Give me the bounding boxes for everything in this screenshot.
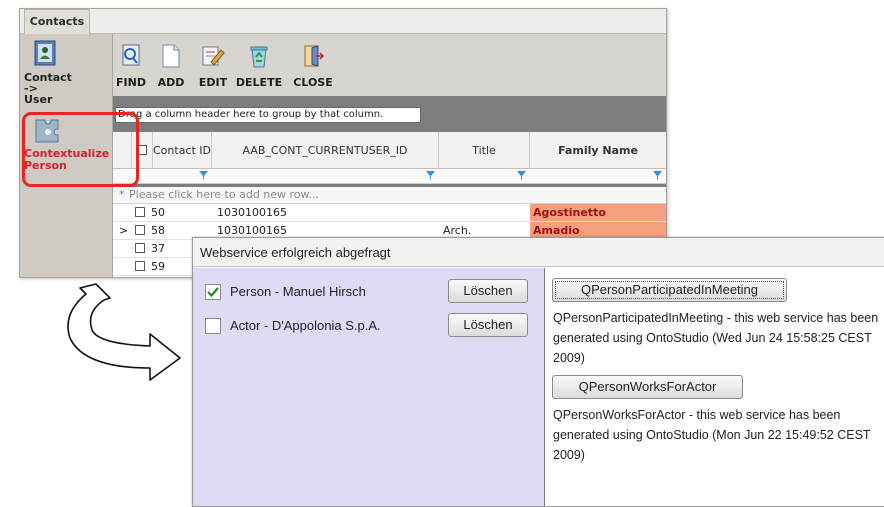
filter-icon[interactable] bbox=[653, 171, 662, 180]
webservice-result-dialog: Webservice erfolgreich abgefragt Person … bbox=[192, 237, 884, 507]
add-new-row[interactable]: * Please click here to add new row... bbox=[113, 187, 666, 204]
service-button-participated-in-meeting[interactable]: QPersonParticipatedInMeeting bbox=[552, 278, 787, 302]
add-label: ADD bbox=[157, 76, 185, 89]
item-checkbox[interactable] bbox=[205, 318, 221, 334]
edit-label: EDIT bbox=[198, 76, 228, 89]
item-label: Person - Manuel Hirsch bbox=[230, 284, 366, 299]
new-document-icon bbox=[162, 44, 180, 68]
find-icon bbox=[122, 44, 140, 66]
column-header-family-name[interactable]: Family Name bbox=[530, 132, 666, 168]
filter-icon[interactable] bbox=[199, 171, 208, 180]
toolbar: FIND ADD EDIT DELETE CLOSE bbox=[113, 34, 666, 96]
find-label: FIND bbox=[116, 76, 146, 89]
cell-contact-id: 50 bbox=[151, 206, 165, 219]
row-checkbox[interactable] bbox=[135, 261, 145, 271]
filter-icon[interactable] bbox=[426, 171, 435, 180]
row-checkbox[interactable] bbox=[135, 207, 145, 217]
grid-header: Contact ID AAB_CONT_CURRENTUSER_ID Title… bbox=[113, 132, 666, 169]
close-button[interactable]: CLOSE bbox=[289, 38, 337, 92]
item-checkbox[interactable] bbox=[205, 284, 221, 300]
list-item[interactable]: Actor - D'Appolonia S.p.A. Löschen bbox=[205, 313, 535, 338]
delete-item-button[interactable]: Löschen bbox=[448, 279, 528, 303]
edit-button[interactable]: EDIT bbox=[195, 38, 231, 92]
table-row[interactable]: 50 1030100165 Agostinetto bbox=[113, 204, 666, 222]
dialog-title: Webservice erfolgreich abgefragt bbox=[193, 238, 884, 267]
current-row-indicator: > bbox=[119, 224, 129, 237]
filter-icon[interactable] bbox=[517, 171, 526, 180]
delete-button[interactable]: DELETE bbox=[233, 38, 285, 92]
edit-icon bbox=[202, 46, 225, 66]
add-new-row-text: Please click here to add new row... bbox=[129, 188, 320, 201]
add-button[interactable]: ADD bbox=[155, 38, 187, 92]
filter-row bbox=[113, 169, 666, 184]
recycle-bin-icon bbox=[250, 46, 268, 68]
nav-item-contact-user[interactable]: Contact -> User bbox=[20, 36, 112, 116]
service-description: QPersonParticipatedInMeeting - this web … bbox=[553, 311, 879, 365]
nav-item-label: Contact -> User bbox=[24, 71, 72, 106]
cell-user-id: 1030100165 bbox=[217, 206, 287, 219]
close-label: CLOSE bbox=[293, 76, 333, 89]
cell-title bbox=[443, 204, 529, 221]
column-header-title[interactable]: Title bbox=[439, 132, 530, 168]
exit-door-icon bbox=[304, 45, 324, 67]
highlight-outline bbox=[22, 112, 139, 187]
webservice-panel: QPersonParticipatedInMeeting QPersonPart… bbox=[545, 268, 884, 506]
service-description: QPersonWorksForActor - this web service … bbox=[553, 408, 871, 462]
find-button[interactable]: FIND bbox=[113, 38, 149, 92]
service-button-works-for-actor[interactable]: QPersonWorksForActor bbox=[552, 375, 743, 399]
tab-contacts[interactable]: Contacts bbox=[24, 9, 90, 34]
column-header-user-id[interactable]: AAB_CONT_CURRENTUSER_ID bbox=[212, 132, 439, 168]
delete-item-button[interactable]: Löschen bbox=[448, 313, 528, 337]
row-checkbox[interactable] bbox=[135, 225, 145, 235]
cell-family-name: Agostinetto bbox=[530, 204, 666, 221]
group-by-drop-area[interactable]: Drag a column header here to group by th… bbox=[115, 107, 421, 123]
checkmark-icon bbox=[207, 287, 219, 298]
column-header-contact-id[interactable]: Contact ID bbox=[153, 132, 212, 168]
delete-label: DELETE bbox=[235, 76, 283, 89]
list-item[interactable]: Person - Manuel Hirsch Löschen bbox=[205, 279, 535, 304]
new-row-marker: * bbox=[119, 188, 125, 201]
results-list: Person - Manuel Hirsch Löschen Actor - D… bbox=[193, 268, 545, 506]
contact-user-icon bbox=[34, 40, 56, 66]
row-checkbox[interactable] bbox=[135, 243, 145, 253]
item-label: Actor - D'Appolonia S.p.A. bbox=[230, 318, 381, 333]
curved-arrow-icon bbox=[67, 283, 181, 381]
tab-bar: Contacts bbox=[20, 9, 666, 34]
